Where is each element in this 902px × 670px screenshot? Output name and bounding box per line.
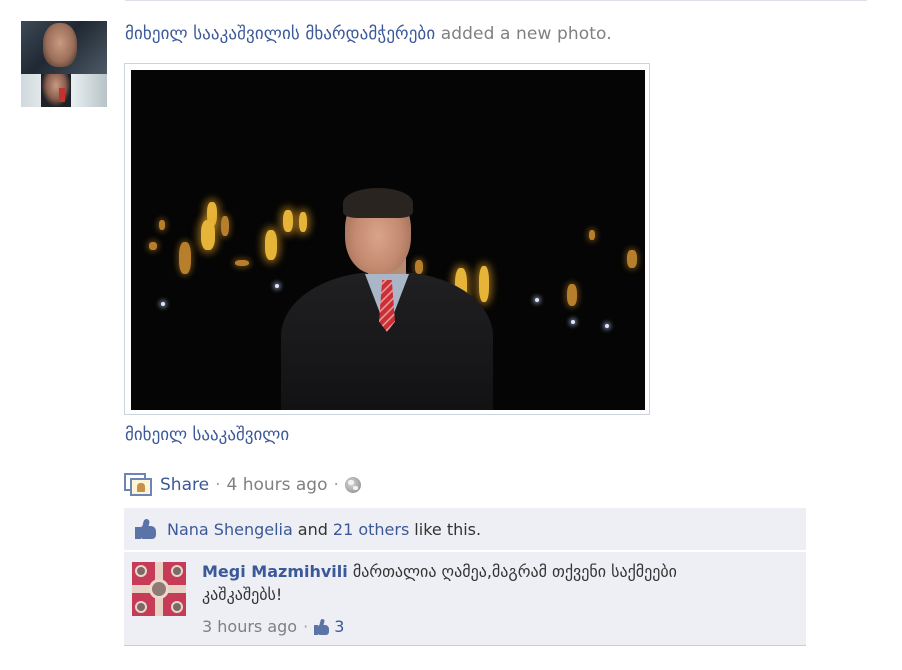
avatar-bottom-photo (21, 74, 107, 107)
post-header: მიხეილ სააკაშვილის მხარდამჭერები added a… (125, 24, 612, 44)
top-divider (125, 0, 867, 1)
likes-summary-row: Nana Shengelia and 21 others like this. (124, 508, 806, 550)
separator-dot: · (303, 617, 309, 636)
page-avatar[interactable] (21, 21, 107, 107)
comment-timestamp[interactable]: 3 hours ago (202, 617, 297, 636)
post-author-link[interactable]: მიხეილ სააკაშვილის მხარდამჭერები (125, 24, 435, 44)
commenter-avatar[interactable] (132, 562, 186, 616)
bottom-divider (124, 645, 806, 646)
post-photo-frame[interactable] (124, 63, 650, 415)
separator-dot: · (333, 475, 339, 495)
photo-subject (281, 188, 493, 410)
comment-item: Megi Mazmihvili მართალია ღამეა,მაგრამ თქ… (124, 552, 806, 646)
post-actions-bar: Share · 4 hours ago · (124, 473, 361, 497)
post-timestamp[interactable]: 4 hours ago (226, 475, 327, 495)
share-icon[interactable] (124, 473, 152, 497)
globe-icon[interactable] (344, 477, 361, 493)
others-likes-link[interactable]: 21 others (333, 520, 409, 539)
commenter-name-link[interactable]: Megi Mazmihvili (202, 562, 348, 581)
comment-meta: 3 hours ago · 3 (202, 617, 344, 636)
avatar-top-photo (21, 21, 107, 74)
likes-suffix-text: like this. (414, 519, 482, 539)
post-action-text: added a new photo. (440, 24, 612, 44)
liker-name-link[interactable]: Nana Shengelia (167, 520, 293, 539)
comment-body: Megi Mazmihvili მართალია ღამეა,მაგრამ თქ… (202, 560, 762, 606)
feedback-box: Nana Shengelia and 21 others like this. … (124, 508, 806, 646)
likes-and-text: and (297, 519, 328, 539)
separator-dot: · (215, 475, 221, 495)
share-link[interactable]: Share (160, 475, 209, 495)
comment-like-icon[interactable] (314, 618, 330, 635)
post-photo[interactable] (131, 70, 645, 410)
thumbs-up-icon (135, 518, 157, 539)
photo-caption-link[interactable]: მიხეილ სააკაშვილი (125, 425, 289, 445)
comment-like-count[interactable]: 3 (334, 617, 344, 636)
